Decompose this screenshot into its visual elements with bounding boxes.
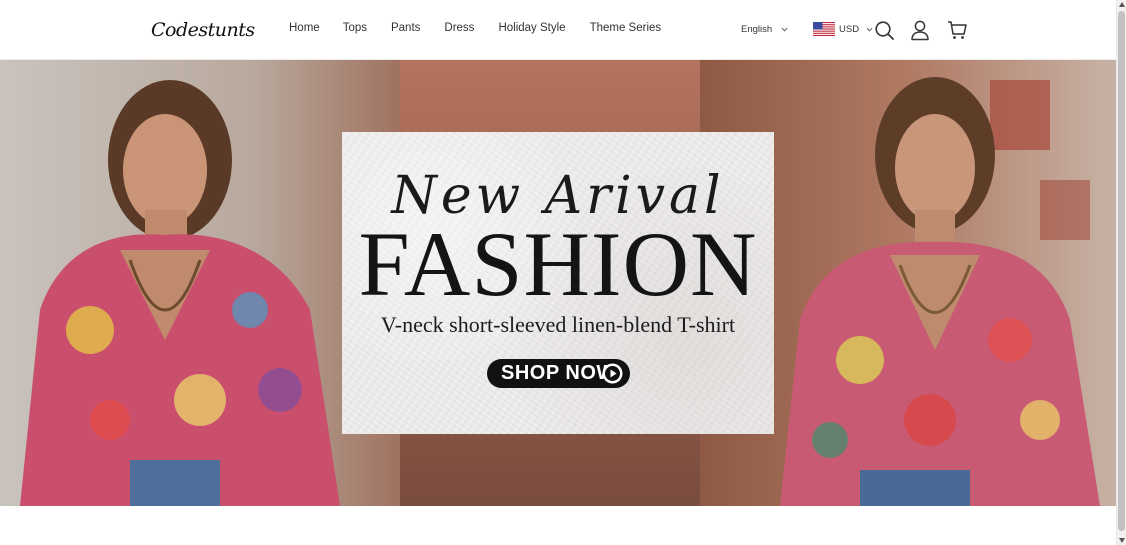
page: Codestunts Home Tops Pants Dress Holiday… (0, 0, 1116, 545)
promo-card: New Arival FASHION V-neck short-sleeved … (342, 132, 774, 434)
chevron-down-icon (781, 27, 788, 32)
search-icon[interactable] (873, 19, 895, 41)
page-scrollbar[interactable] (1116, 0, 1126, 545)
language-label: English (741, 24, 773, 35)
promo-subtitle: V-neck short-sleeved linen-blend T-shirt (380, 312, 736, 337)
nav-item-dress[interactable]: Dress (444, 22, 474, 34)
scroll-down-arrow-icon[interactable] (1119, 538, 1125, 543)
scroll-up-arrow-icon[interactable] (1119, 2, 1125, 7)
nav-item-pants[interactable]: Pants (391, 22, 420, 34)
currency-label: USD (839, 23, 860, 35)
us-flag-icon (813, 22, 835, 36)
nav-item-tops[interactable]: Tops (343, 22, 367, 34)
main-nav: Home Tops Pants Dress Holiday Style Them… (289, 22, 661, 34)
play-circle-icon (602, 363, 623, 384)
nav-item-home[interactable]: Home (289, 22, 320, 34)
promo-title: FASHION (358, 213, 758, 315)
brand-logo[interactable]: Codestunts (151, 11, 255, 49)
nav-item-holiday-style[interactable]: Holiday Style (498, 22, 565, 34)
nav-item-theme-series[interactable]: Theme Series (590, 22, 662, 34)
shop-now-button[interactable]: SHOP NOW (487, 359, 630, 388)
language-selector[interactable]: English (741, 24, 788, 35)
currency-selector[interactable]: USD (813, 22, 873, 36)
account-icon[interactable] (909, 19, 931, 41)
brand-name: Codestunts (151, 19, 255, 41)
site-header: Codestunts Home Tops Pants Dress Holiday… (0, 0, 1116, 60)
scroll-thumb[interactable] (1118, 11, 1125, 531)
chevron-down-icon (866, 27, 873, 32)
shop-now-label: SHOP NOW (501, 362, 616, 384)
hero-banner[interactable]: New Arival FASHION V-neck short-sleeved … (0, 60, 1116, 506)
cart-icon[interactable] (946, 19, 968, 41)
